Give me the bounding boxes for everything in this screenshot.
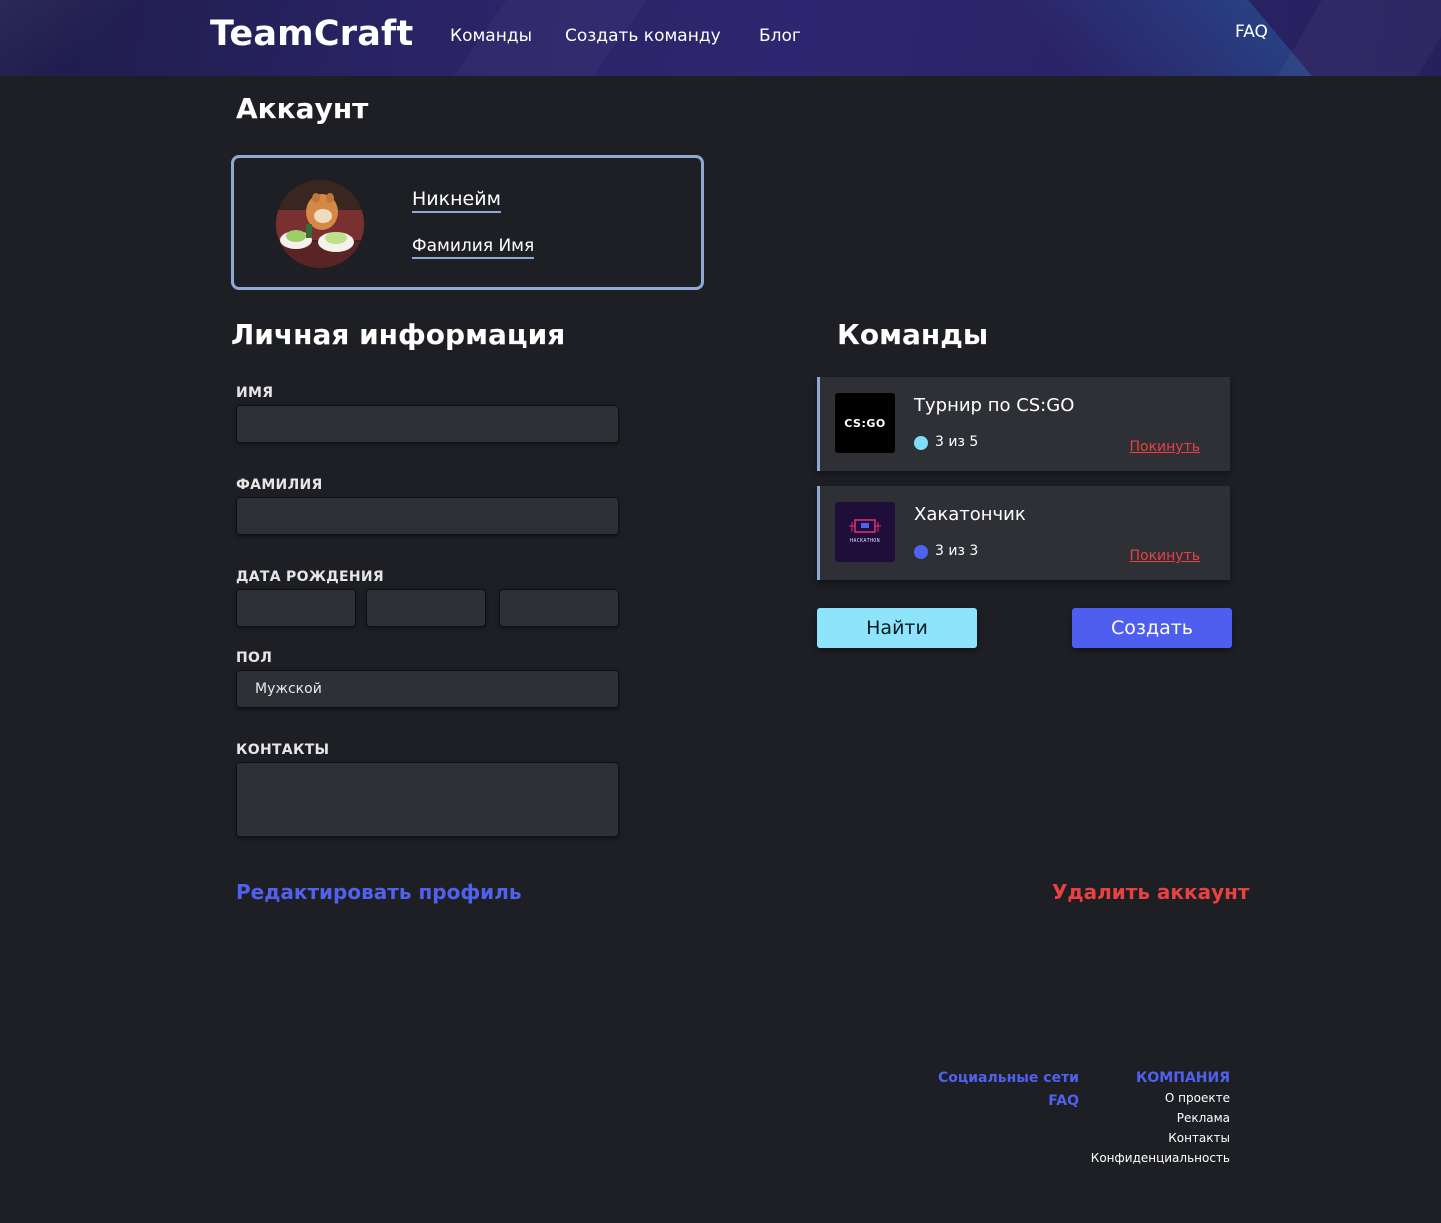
avatar[interactable] — [276, 180, 364, 268]
header-decor-stripe — [0, 0, 200, 76]
profile-fullname[interactable]: Фамилия Имя — [412, 236, 535, 259]
first-name-label: ИМЯ — [236, 385, 274, 401]
site-logo[interactable]: TeamCraft — [210, 14, 413, 54]
nav-link-teams[interactable]: Команды — [450, 26, 532, 46]
birthdate-day-field[interactable] — [236, 589, 356, 627]
birthdate-label: ДАТА РОЖДЕНИЯ — [236, 569, 385, 585]
nav-link-blog[interactable]: Блог — [759, 26, 801, 46]
first-name-field[interactable] — [236, 405, 619, 443]
team-card[interactable]: HACKATHON Хакатончик 3 из 3 Покинуть — [817, 486, 1230, 580]
contacts-label: КОНТАКТЫ — [236, 742, 330, 758]
top-navbar: TeamCraft Команды Создать команду Блог F… — [0, 0, 1441, 76]
footer-privacy-link[interactable]: Конфиденциальность — [1091, 1151, 1230, 1165]
footer-contacts-link[interactable]: Контакты — [1168, 1131, 1230, 1145]
gender-label: ПОЛ — [236, 650, 273, 666]
profile-nickname[interactable]: Никнейм — [412, 188, 501, 213]
hackathon-logo-icon: HACKATHON — [835, 502, 895, 562]
team-member-count: 3 из 3 — [935, 543, 979, 559]
footer-company-heading: КОМПАНИЯ — [1135, 1070, 1230, 1086]
leave-team-link[interactable]: Покинуть — [1130, 439, 1201, 455]
gender-select[interactable]: Мужской — [236, 670, 619, 708]
leave-team-link[interactable]: Покинуть — [1130, 548, 1201, 564]
last-name-field[interactable] — [236, 497, 619, 535]
footer-ads-link[interactable]: Реклама — [1177, 1111, 1230, 1125]
account-title: Аккаунт — [236, 92, 369, 125]
status-dot-icon — [914, 545, 928, 559]
edit-profile-link[interactable]: Редактировать профиль — [236, 880, 522, 904]
team-card[interactable]: CS:GO Турнир по CS:GO 3 из 5 Покинуть — [817, 377, 1230, 471]
nav-link-faq[interactable]: FAQ — [1235, 22, 1268, 42]
birthdate-month-field[interactable] — [366, 589, 486, 627]
create-team-button[interactable]: Создать — [1072, 608, 1232, 648]
team-name: Хакатончик — [914, 504, 1026, 525]
csgo-logo-icon: CS:GO — [835, 393, 895, 453]
status-dot-icon — [914, 436, 928, 450]
avatar-image-icon — [276, 180, 364, 268]
team-logo-text: HACKATHON — [850, 538, 880, 544]
last-name-label: ФАМИЛИЯ — [236, 477, 323, 493]
delete-account-link[interactable]: Удалить аккаунт — [1052, 880, 1250, 904]
nav-link-create-team[interactable]: Создать команду — [565, 26, 721, 46]
team-name: Турнир по CS:GO — [914, 395, 1075, 416]
birthdate-year-field[interactable] — [499, 589, 619, 627]
profile-card: Никнейм Фамилия Имя — [231, 155, 704, 290]
teams-title: Команды — [837, 318, 989, 351]
footer-faq-link[interactable]: FAQ — [1048, 1093, 1079, 1109]
header-decor-stripe — [1278, 0, 1441, 76]
footer-social-link[interactable]: Социальные сети — [938, 1070, 1079, 1086]
find-team-button[interactable]: Найти — [817, 608, 977, 648]
personal-info-title: Личная информация — [231, 318, 566, 351]
team-logo-text: CS:GO — [844, 416, 886, 430]
hackathon-logo-graphic — [835, 502, 895, 562]
contacts-field[interactable] — [236, 762, 619, 837]
footer-about-link[interactable]: О проекте — [1165, 1091, 1230, 1105]
team-member-count: 3 из 5 — [935, 434, 979, 450]
